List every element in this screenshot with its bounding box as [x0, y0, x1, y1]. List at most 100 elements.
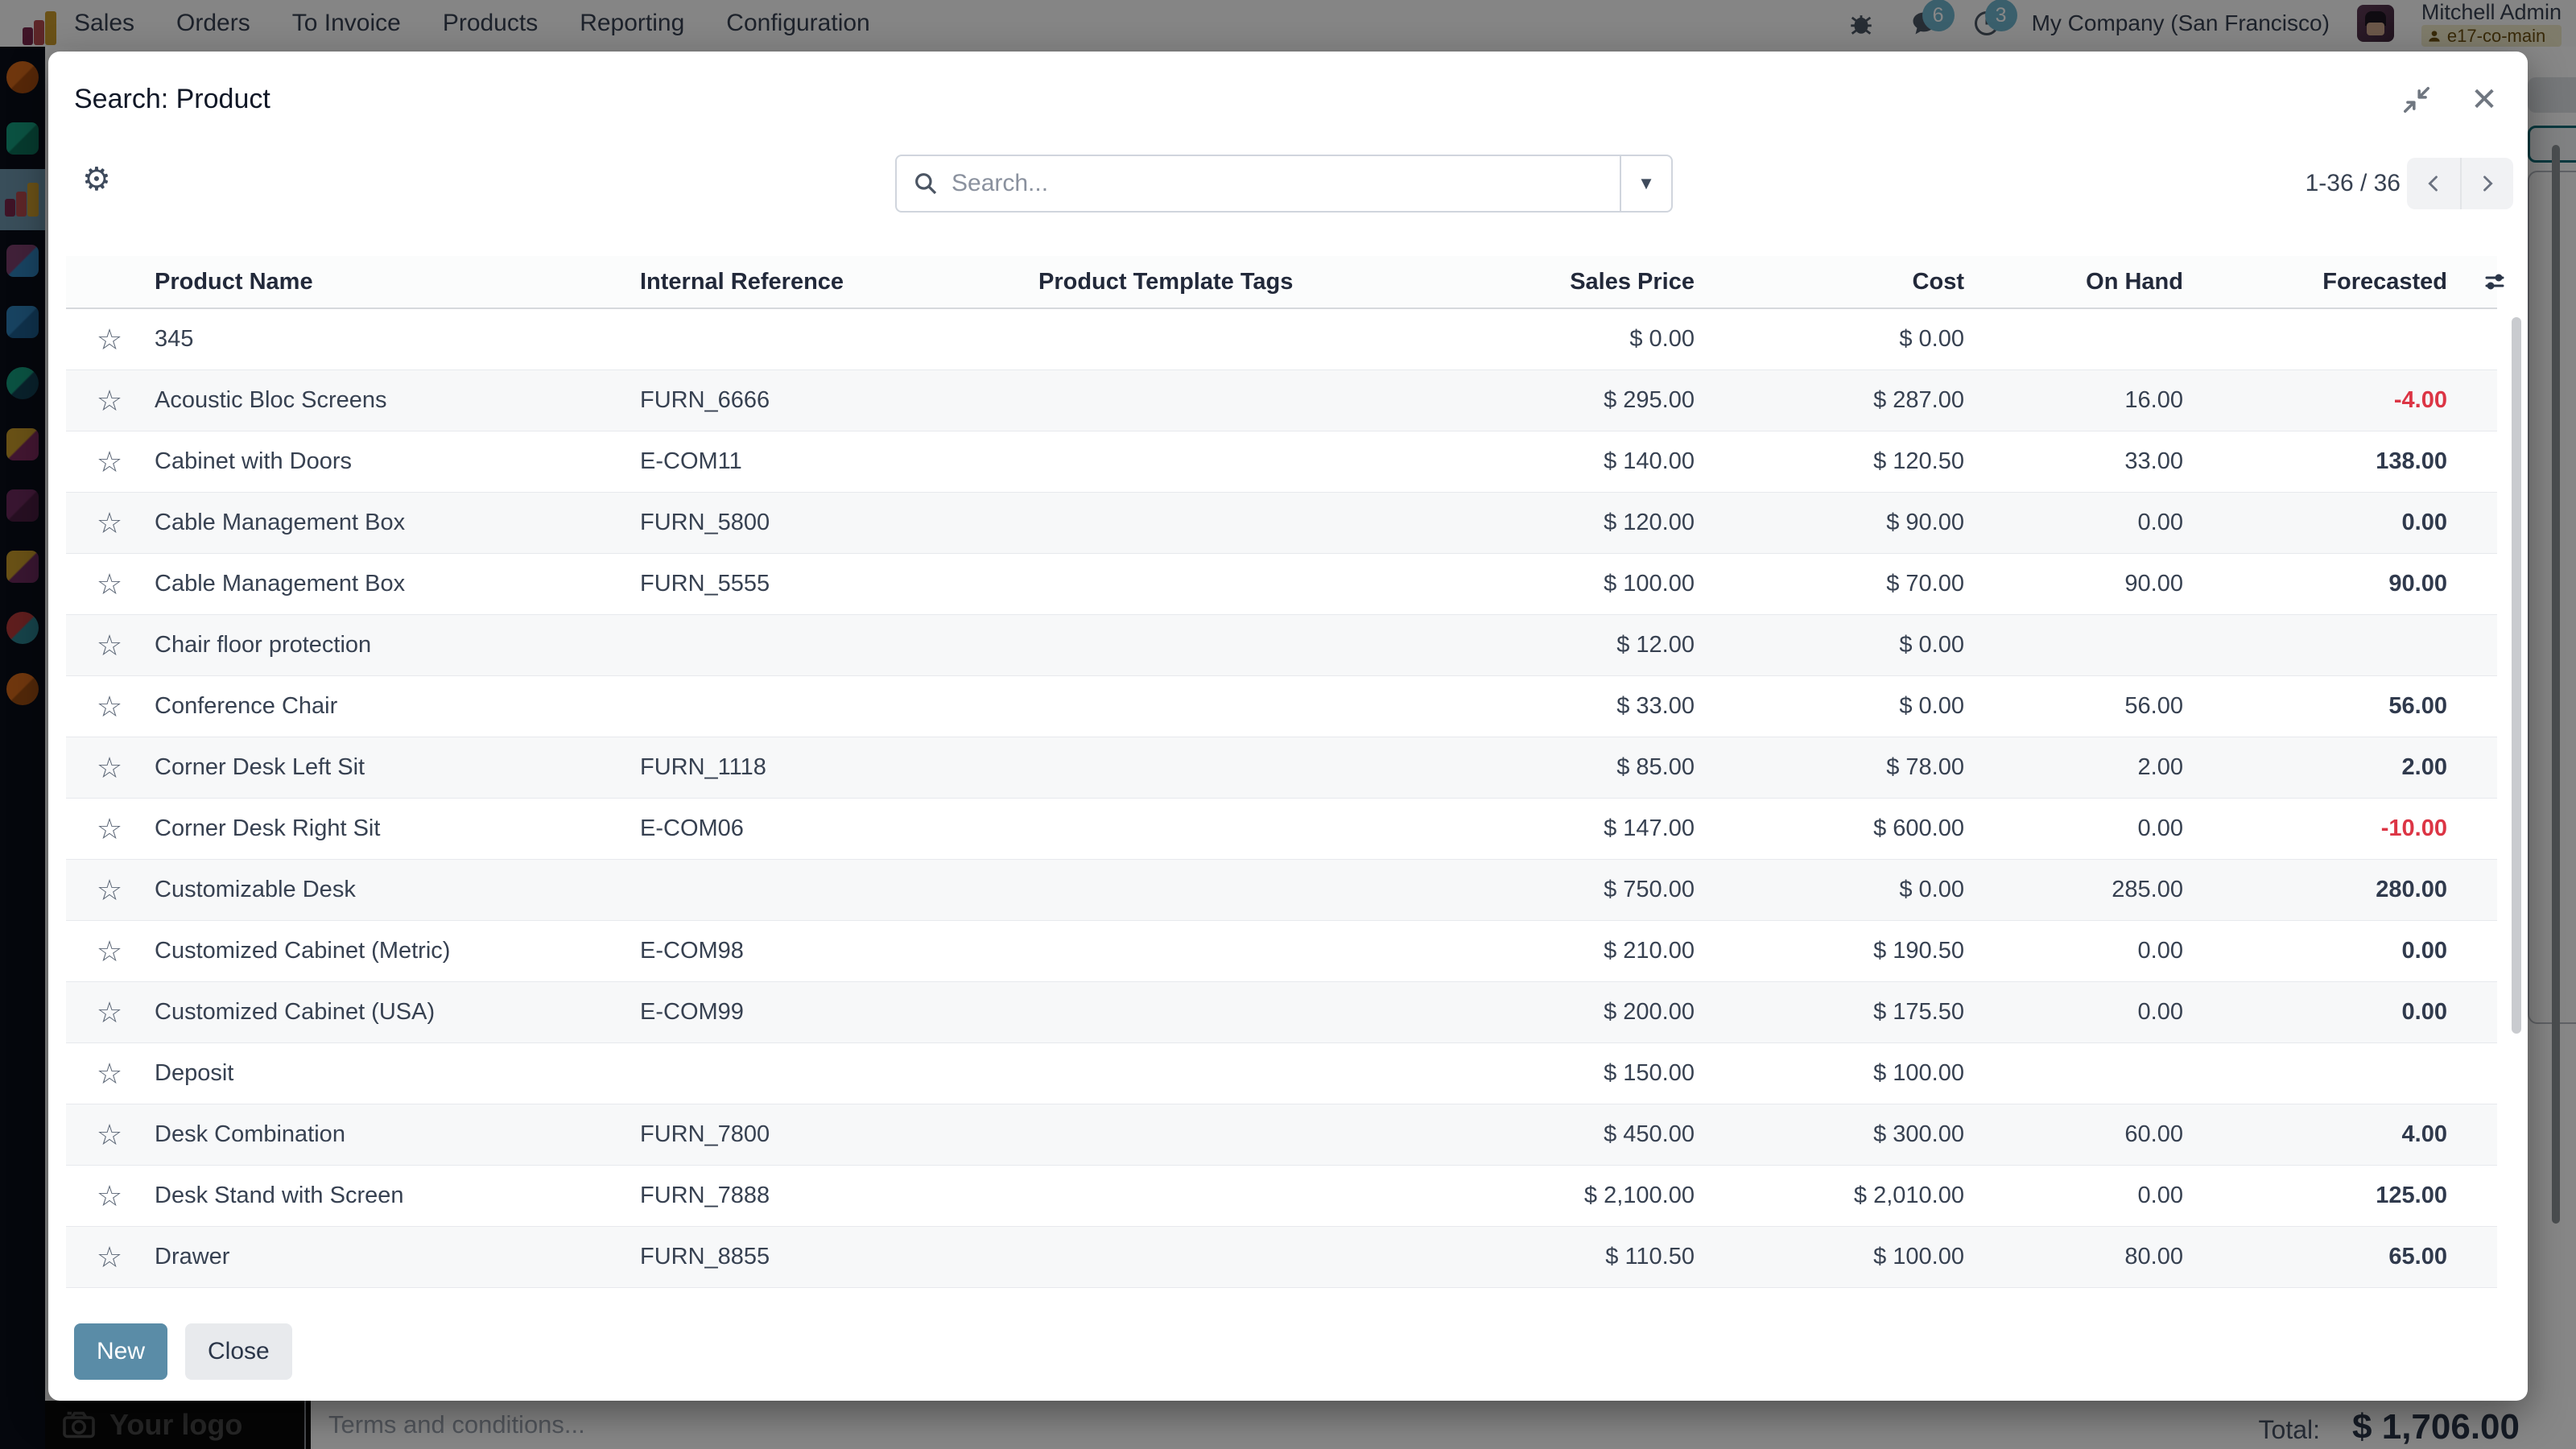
cell-sales-price: $ 750.00: [1405, 877, 1695, 903]
cell-forecasted: 4.00: [2183, 1121, 2447, 1148]
favorite-star-icon[interactable]: ☆: [66, 1118, 153, 1152]
cell-cost: $ 287.00: [1695, 387, 1964, 414]
dialog-footer: New Close: [74, 1323, 292, 1380]
cell-on-hand: 56.00: [1964, 693, 2183, 720]
cell-product-name: Desk Stand with Screen: [153, 1183, 640, 1209]
favorite-star-icon[interactable]: ☆: [66, 568, 153, 601]
cell-on-hand: 80.00: [1964, 1244, 2183, 1270]
table-row[interactable]: ☆ Deposit $ 150.00 $ 100.00: [66, 1043, 2497, 1104]
cell-forecasted: 2.00: [2183, 754, 2447, 781]
dialog-toolbar: ⚙ ▼ 1-36 / 36: [48, 147, 2528, 227]
product-list: Product Name Internal Reference Product …: [66, 256, 2497, 1288]
cell-sales-price: $ 120.00: [1405, 510, 1695, 536]
cell-cost: $ 0.00: [1695, 632, 1964, 658]
cell-on-hand: 0.00: [1964, 1183, 2183, 1209]
cell-product-name: Drawer: [153, 1244, 640, 1270]
cell-cost: $ 100.00: [1695, 1060, 1964, 1087]
cell-sales-price: $ 295.00: [1405, 387, 1695, 414]
cell-forecasted: 0.00: [2183, 510, 2447, 536]
favorite-star-icon[interactable]: ☆: [66, 690, 153, 724]
table-row[interactable]: ☆ 345 $ 0.00 $ 0.00: [66, 309, 2497, 370]
header-on-hand[interactable]: On Hand: [1964, 269, 2183, 295]
table-row[interactable]: ☆ Drawer FURN_8855 $ 110.50 $ 100.00 80.…: [66, 1227, 2497, 1288]
favorite-star-icon[interactable]: ☆: [66, 873, 153, 907]
cell-internal-reference: FURN_5555: [640, 571, 1038, 597]
table-row[interactable]: ☆ Customized Cabinet (Metric) E-COM98 $ …: [66, 921, 2497, 982]
cell-sales-price: $ 33.00: [1405, 693, 1695, 720]
cell-product-name: Customized Cabinet (USA): [153, 999, 640, 1026]
screen: Sales Orders To Invoice Products Reporti…: [0, 0, 2576, 1449]
cell-cost: $ 2,010.00: [1695, 1183, 1964, 1209]
cell-on-hand: 0.00: [1964, 938, 2183, 964]
cell-internal-reference: FURN_6666: [640, 387, 1038, 414]
favorite-star-icon[interactable]: ☆: [66, 935, 153, 968]
collapse-dialog-icon[interactable]: [2401, 84, 2433, 116]
close-button[interactable]: Close: [185, 1323, 292, 1380]
cell-product-name: Corner Desk Right Sit: [153, 815, 640, 842]
favorite-star-icon[interactable]: ☆: [66, 1057, 153, 1091]
favorite-star-icon[interactable]: ☆: [66, 629, 153, 663]
search-product-dialog: Search: Product ✕ ⚙ ▼ 1-36 / 36: [48, 52, 2528, 1401]
table-row[interactable]: ☆ Cabinet with Doors E-COM11 $ 140.00 $ …: [66, 431, 2497, 493]
cell-product-name: Customized Cabinet (Metric): [153, 938, 640, 964]
favorite-star-icon[interactable]: ☆: [66, 996, 153, 1030]
cell-sales-price: $ 100.00: [1405, 571, 1695, 597]
cell-forecasted: 65.00: [2183, 1244, 2447, 1270]
cell-internal-reference: FURN_7800: [640, 1121, 1038, 1148]
favorite-star-icon[interactable]: ☆: [66, 1241, 153, 1274]
table-row[interactable]: ☆ Customized Cabinet (USA) E-COM99 $ 200…: [66, 982, 2497, 1043]
favorite-star-icon[interactable]: ☆: [66, 384, 153, 418]
cell-on-hand: 90.00: [1964, 571, 2183, 597]
favorite-star-icon[interactable]: ☆: [66, 323, 153, 357]
cell-on-hand: 0.00: [1964, 510, 2183, 536]
list-header-row: Product Name Internal Reference Product …: [66, 256, 2497, 309]
cell-forecasted: 0.00: [2183, 999, 2447, 1026]
cell-forecasted: 280.00: [2183, 877, 2447, 903]
favorite-star-icon[interactable]: ☆: [66, 1179, 153, 1213]
cell-cost: $ 70.00: [1695, 571, 1964, 597]
cell-internal-reference: FURN_1118: [640, 754, 1038, 781]
favorite-star-icon[interactable]: ☆: [66, 506, 153, 540]
table-row[interactable]: ☆ Chair floor protection $ 12.00 $ 0.00: [66, 615, 2497, 676]
cell-internal-reference: E-COM06: [640, 815, 1038, 842]
table-row[interactable]: ☆ Desk Stand with Screen FURN_7888 $ 2,1…: [66, 1166, 2497, 1227]
search-dropdown-caret[interactable]: ▼: [1620, 156, 1671, 211]
dialog-title: Search: Product: [74, 84, 270, 115]
actions-gear-icon[interactable]: ⚙: [82, 161, 111, 198]
cell-sales-price: $ 200.00: [1405, 999, 1695, 1026]
table-row[interactable]: ☆ Desk Combination FURN_7800 $ 450.00 $ …: [66, 1104, 2497, 1166]
header-cost[interactable]: Cost: [1695, 269, 1964, 295]
cell-forecasted: 125.00: [2183, 1183, 2447, 1209]
pager-next-icon[interactable]: [2460, 158, 2513, 209]
table-row[interactable]: ☆ Corner Desk Left Sit FURN_1118 $ 85.00…: [66, 737, 2497, 799]
cell-product-name: Chair floor protection: [153, 632, 640, 658]
table-row[interactable]: ☆ Cable Management Box FURN_5800 $ 120.0…: [66, 493, 2497, 554]
dialog-scrollbar[interactable]: [2512, 317, 2521, 1034]
header-product-template-tags[interactable]: Product Template Tags: [1038, 269, 1405, 295]
header-forecasted[interactable]: Forecasted: [2183, 269, 2447, 295]
cell-product-name: Desk Combination: [153, 1121, 640, 1148]
table-row[interactable]: ☆ Corner Desk Right Sit E-COM06 $ 147.00…: [66, 799, 2497, 860]
cell-cost: $ 300.00: [1695, 1121, 1964, 1148]
cell-product-name: 345: [153, 326, 640, 353]
cell-cost: $ 600.00: [1695, 815, 1964, 842]
cell-internal-reference: FURN_7888: [640, 1183, 1038, 1209]
favorite-star-icon[interactable]: ☆: [66, 812, 153, 846]
table-row[interactable]: ☆ Conference Chair $ 33.00 $ 0.00 56.00 …: [66, 676, 2497, 737]
pager-previous-icon[interactable]: [2407, 158, 2460, 209]
cell-on-hand: 60.00: [1964, 1121, 2183, 1148]
search-input[interactable]: [939, 170, 1620, 197]
header-internal-reference[interactable]: Internal Reference: [640, 269, 1038, 295]
cell-cost: $ 90.00: [1695, 510, 1964, 536]
favorite-star-icon[interactable]: ☆: [66, 751, 153, 785]
header-sales-price[interactable]: Sales Price: [1405, 269, 1695, 295]
close-dialog-icon[interactable]: ✕: [2468, 84, 2500, 116]
cell-forecasted: 56.00: [2183, 693, 2447, 720]
header-product-name[interactable]: Product Name: [153, 269, 640, 295]
table-row[interactable]: ☆ Cable Management Box FURN_5555 $ 100.0…: [66, 554, 2497, 615]
new-button[interactable]: New: [74, 1323, 167, 1380]
favorite-star-icon[interactable]: ☆: [66, 445, 153, 479]
table-row[interactable]: ☆ Acoustic Bloc Screens FURN_6666 $ 295.…: [66, 370, 2497, 431]
table-row[interactable]: ☆ Customizable Desk $ 750.00 $ 0.00 285.…: [66, 860, 2497, 921]
optional-columns-icon[interactable]: [2447, 270, 2512, 294]
